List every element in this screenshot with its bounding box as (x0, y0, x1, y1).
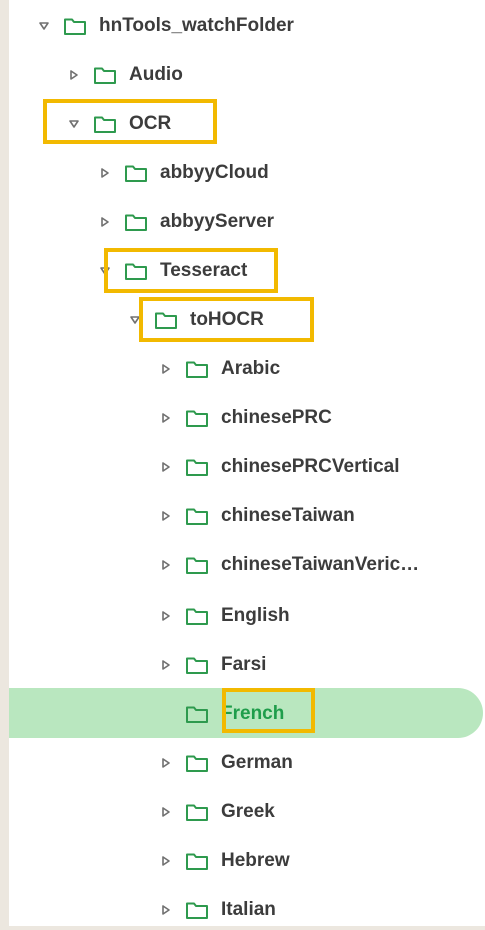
expanded-triangle-icon[interactable] (65, 115, 83, 133)
tree-row-chinesetaiwan[interactable]: chineseTaiwan (9, 496, 485, 536)
tree-row-chinesetaiwanverical[interactable]: chineseTaiwanVeric… (9, 545, 485, 585)
tree-item-label: abbyyCloud (160, 162, 269, 183)
tree-row-abbyycloud[interactable]: abbyyCloud (9, 153, 485, 193)
collapsed-triangle-icon[interactable] (157, 409, 175, 427)
tree-row-german[interactable]: German (9, 743, 485, 783)
tree-row-audio[interactable]: Audio (9, 55, 485, 95)
tree-row-tohocr[interactable]: toHOCR (9, 300, 485, 340)
folder-icon (93, 112, 117, 136)
collapsed-triangle-icon[interactable] (157, 754, 175, 772)
folder-icon (185, 751, 209, 775)
tree-item-label: toHOCR (190, 309, 264, 330)
tree-row-chineseprcvertical[interactable]: chinesePRCVertical (9, 447, 485, 487)
tree-row-tesseract[interactable]: Tesseract (9, 251, 485, 291)
tree-item-label: chinesePRC (221, 407, 332, 428)
folder-icon (124, 161, 148, 185)
tree-row-arabic[interactable]: Arabic (9, 349, 485, 389)
folder-icon (185, 604, 209, 628)
tree-item-label: Farsi (221, 654, 267, 675)
tree-row-greek[interactable]: Greek (9, 792, 485, 832)
tree-item-label: chinesePRCVertical (221, 456, 400, 477)
folder-icon (124, 210, 148, 234)
tree-item-label: Arabic (221, 358, 281, 379)
tree-item-label: English (221, 605, 290, 626)
collapsed-triangle-icon[interactable] (96, 213, 114, 231)
tree-item-label: German (221, 752, 293, 773)
collapsed-triangle-icon[interactable] (157, 607, 175, 625)
folder-tree: hnTools_watchFolder Audio OCR abbyyCloud… (9, 0, 485, 926)
tree-item-label-selected: French (221, 703, 285, 724)
tree-item-label: Tesseract (160, 260, 248, 281)
folder-icon (63, 14, 87, 38)
tree-item-label: Greek (221, 801, 275, 822)
folder-icon (185, 406, 209, 430)
tree-item-label: Italian (221, 899, 276, 920)
tree-row-english[interactable]: English (9, 596, 485, 636)
tree-item-label: chineseTaiwanVeric… (221, 554, 420, 575)
folder-icon (185, 800, 209, 824)
folder-icon (185, 653, 209, 677)
tree-item-label: abbyyServer (160, 211, 275, 232)
collapsed-triangle-icon[interactable] (157, 360, 175, 378)
tree-row-abbyyserver[interactable]: abbyyServer (9, 202, 485, 242)
tree-row-chineseprc[interactable]: chinesePRC (9, 398, 485, 438)
expanded-triangle-icon[interactable] (35, 17, 53, 35)
collapsed-triangle-icon[interactable] (157, 656, 175, 674)
tree-item-label: Audio (129, 64, 183, 85)
tree-item-label: hnTools_watchFolder (99, 15, 294, 36)
no-twisty-spacer (157, 705, 175, 723)
collapsed-triangle-icon[interactable] (96, 164, 114, 182)
folder-icon (185, 849, 209, 873)
tree-item-label: OCR (129, 113, 172, 134)
folder-icon (185, 702, 209, 726)
expanded-triangle-icon[interactable] (126, 311, 144, 329)
folder-icon (185, 898, 209, 922)
collapsed-triangle-icon[interactable] (157, 556, 175, 574)
collapsed-triangle-icon[interactable] (157, 507, 175, 525)
folder-icon (185, 357, 209, 381)
tree-item-label: chineseTaiwan (221, 505, 355, 526)
tree-row-french[interactable]: French (9, 694, 485, 734)
folder-icon (93, 63, 117, 87)
collapsed-triangle-icon[interactable] (157, 901, 175, 919)
collapsed-triangle-icon[interactable] (157, 852, 175, 870)
collapsed-triangle-icon[interactable] (157, 458, 175, 476)
tree-row-farsi[interactable]: Farsi (9, 645, 485, 685)
tree-row-hntools-watchfolder[interactable]: hnTools_watchFolder (9, 6, 485, 46)
folder-icon (124, 259, 148, 283)
collapsed-triangle-icon[interactable] (65, 66, 83, 84)
screenshot-frame: hnTools_watchFolder Audio OCR abbyyCloud… (0, 0, 485, 926)
tree-item-label: Hebrew (221, 850, 290, 871)
folder-icon (185, 553, 209, 577)
tree-row-ocr[interactable]: OCR (9, 104, 485, 144)
folder-icon (185, 455, 209, 479)
folder-icon (185, 504, 209, 528)
tree-row-hebrew[interactable]: Hebrew (9, 841, 485, 881)
expanded-triangle-icon[interactable] (96, 262, 114, 280)
tree-row-italian[interactable]: Italian (9, 890, 485, 930)
folder-icon (154, 308, 178, 332)
collapsed-triangle-icon[interactable] (157, 803, 175, 821)
